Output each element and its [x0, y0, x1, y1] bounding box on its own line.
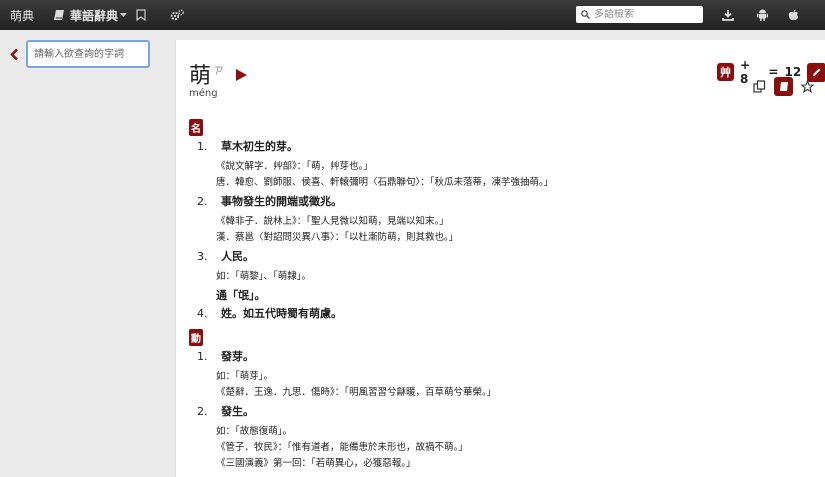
play-icon[interactable]	[236, 69, 247, 81]
star-icon[interactable]	[801, 80, 814, 93]
example-line: 如：「萌芽」。	[216, 371, 274, 382]
download-icon	[722, 10, 734, 21]
definition-item: 1. 草木初生的芽。	[197, 140, 298, 153]
top-navbar: 萌典 華語辭典	[0, 0, 825, 30]
caret-down-icon	[120, 12, 128, 17]
apple-icon	[788, 9, 799, 21]
bookmark-icon	[136, 9, 146, 21]
chevron-left-icon[interactable]	[10, 48, 19, 61]
query-input[interactable]	[26, 40, 150, 68]
download-button[interactable]	[722, 0, 734, 30]
bookmark-button[interactable]	[136, 0, 146, 30]
book-button[interactable]	[774, 77, 793, 96]
android-app-button[interactable]	[757, 0, 768, 30]
pinyin: méng	[189, 88, 218, 99]
example-line: 《韓非子．說林上》：「聖人見微以知萌，見端以知末。」	[216, 216, 449, 227]
example-line: 唐．韓愈、劉師服、侯喜、軒轅彌明〈石鼎聯句〉：「秋瓜未落蒂，凍芋強抽萌。」	[216, 177, 554, 188]
example-line: 漢．蔡邕〈對詔問災異八事〉：「以杜漸防萌，則其救也。」	[216, 232, 459, 243]
definition-item: 3. 人民。	[197, 250, 254, 263]
app-logo[interactable]: 萌典	[10, 0, 34, 30]
example-line: 如：「故態復萌」。	[216, 426, 293, 437]
variant-note: 通「氓」。	[216, 289, 266, 302]
book-icon	[779, 82, 788, 91]
example-line: 如：「萌黎」、「萌隸」。	[216, 271, 312, 282]
stroke-order-hint[interactable]: ㄗ	[212, 62, 222, 77]
pos-noun-badge: 名	[189, 119, 203, 136]
search-icon	[581, 10, 590, 19]
radical-badge[interactable]: 艸	[717, 63, 734, 81]
settings-button[interactable]	[170, 0, 184, 30]
example-line: 《楚辭．王逸．九思．傷時》：「明風習習兮龢暖，百草萌兮華榮。」	[216, 387, 497, 398]
entry-tools	[753, 77, 814, 96]
example-line: 《說文解字．艸部》：「萌，艸芽也。」	[216, 161, 373, 172]
dictionary-selector[interactable]: 華語辭典	[54, 0, 128, 30]
dictionary-book-icon	[54, 10, 64, 20]
entry-panel: 萌 ㄗ méng 艸 + 8 = 12 名 1. 草木初生的芽。 《說文解字．艸部…	[175, 40, 825, 477]
search-input[interactable]	[594, 9, 694, 20]
pencil-icon	[812, 68, 821, 76]
android-icon	[757, 9, 768, 21]
headword: 萌	[189, 64, 212, 89]
definition-item: 1. 發芽。	[197, 350, 254, 363]
definition-item: 2. 事物發生的開端或徵兆。	[197, 195, 342, 208]
definitions: 名 1. 草木初生的芽。 《說文解字．艸部》：「萌，艸芽也。」 唐．韓愈、劉師服、…	[189, 116, 809, 472]
definition-item: 4. 姓。如五代時蜀有萌慮。	[197, 307, 342, 320]
copy-icon[interactable]	[753, 80, 766, 93]
example-line: 《管子．牧民》：「惟有道者，能備患於未形也，故禍不萌。」	[216, 442, 468, 453]
definition-item: 2. 發生。	[197, 405, 254, 418]
example-line: 《三國演義》第一回：「若萌異心，必獲惡報。」	[216, 458, 416, 469]
ios-app-button[interactable]	[788, 0, 799, 30]
sidebar	[0, 30, 165, 477]
multilingual-search[interactable]	[576, 6, 703, 23]
dictionary-name: 華語辭典	[70, 8, 119, 23]
gears-icon	[170, 9, 184, 21]
pos-verb-badge: 動	[189, 329, 203, 346]
